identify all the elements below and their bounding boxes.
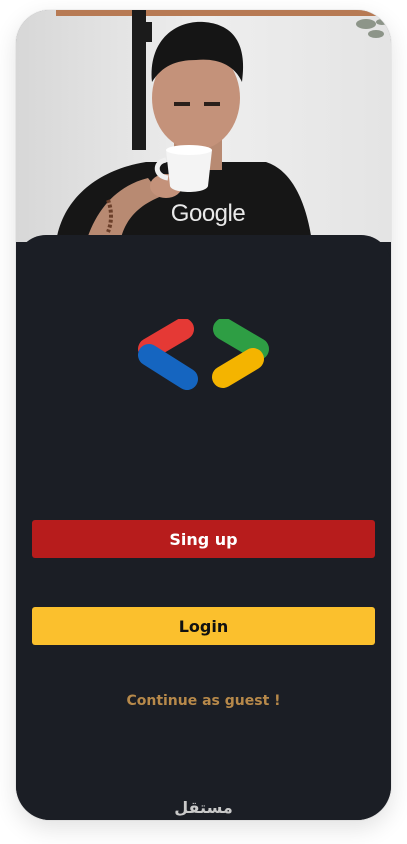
logo-green-bar <box>213 318 269 360</box>
shirt-logo-text: Google <box>170 200 246 227</box>
hero-image: Google <box>16 10 391 242</box>
auth-sheet: Sing up Login Continue as guest ! <box>16 235 391 820</box>
watermark: مستقل <box>174 798 233 817</box>
logo-blue-bar <box>138 344 198 390</box>
login-button[interactable]: Login <box>32 607 375 645</box>
signup-button[interactable]: Sing up <box>32 520 375 558</box>
app-logo <box>133 318 273 401</box>
logo-yellow-bar <box>212 348 264 388</box>
phone-frame: Google Sing up Login Continue as guest ! <box>16 10 391 820</box>
continue-as-guest-link[interactable]: Continue as guest ! <box>16 693 391 709</box>
